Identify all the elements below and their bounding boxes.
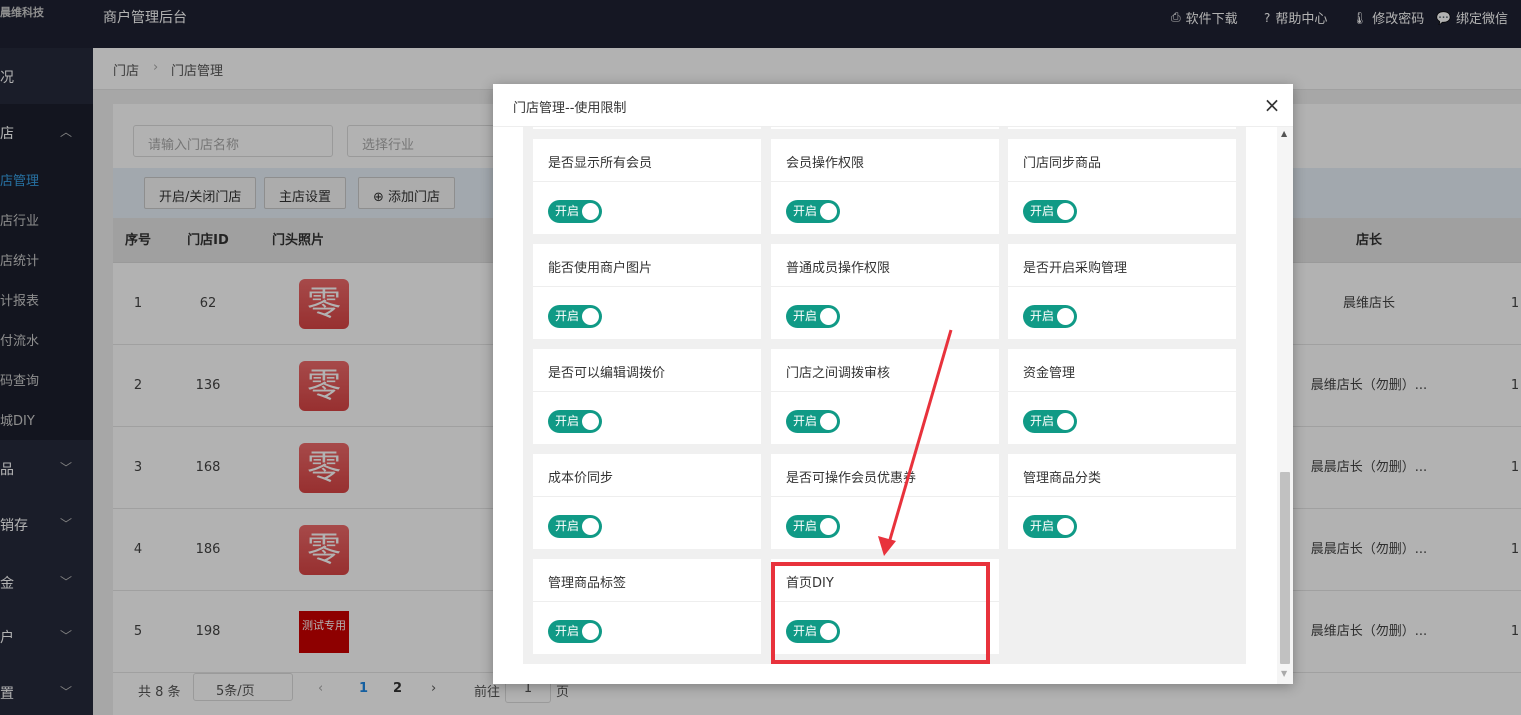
permission-toggle[interactable]: 开启: [786, 410, 840, 433]
permission-card: 会员操作权限 开启: [771, 139, 999, 234]
toggle-knob: [582, 623, 599, 640]
toggle-knob: [1057, 413, 1074, 430]
permission-toggle[interactable]: 开启: [1023, 515, 1077, 538]
permission-label: 是否可以编辑调拨价: [548, 366, 666, 381]
permission-card: 是否显示所有会员开启: [533, 139, 761, 234]
permission-card: 门店同步商品 开启: [1008, 139, 1236, 234]
permission-label: 管理商品标签: [548, 576, 627, 591]
permission-label: 门店之间调拨审核: [786, 366, 891, 381]
permission-toggle[interactable]: 开启: [1023, 305, 1077, 328]
scroll-thumb[interactable]: [1280, 472, 1290, 664]
permission-card: 普通成员操作权限开启: [771, 244, 999, 339]
permission-toggle[interactable]: 开启: [1023, 200, 1077, 223]
dialog-header: 门店管理--使用限制 ×: [493, 84, 1293, 127]
toggle-knob: [1057, 203, 1074, 220]
permission-card-partial: [771, 127, 999, 129]
permission-toggle[interactable]: 开启: [786, 305, 840, 328]
permission-card: 成本价同步 开启: [533, 454, 761, 549]
permission-label: 管理商品分类: [1023, 471, 1102, 486]
permission-toggle[interactable]: 开启: [1023, 410, 1077, 433]
permission-card: 管理商品分类 开启: [1008, 454, 1236, 549]
toggle-knob: [1057, 308, 1074, 325]
permission-label: 会员操作权限: [786, 156, 865, 171]
permission-label: 门店同步商品: [1023, 156, 1102, 171]
permission-toggle[interactable]: 开启: [548, 305, 602, 328]
permission-label: 是否开启采购管理: [1023, 261, 1128, 276]
permission-label: 能否使用商户图片: [548, 261, 653, 276]
permission-label: 成本价同步: [548, 471, 614, 486]
toggle-knob: [582, 518, 599, 535]
permission-toggle[interactable]: 开启: [548, 200, 602, 223]
permission-label: 是否显示所有会员: [548, 156, 653, 171]
permission-card: 门店之间调拨审核开启: [771, 349, 999, 444]
permission-toggle[interactable]: 开启: [548, 515, 602, 538]
permission-toggle[interactable]: 开启: [786, 200, 840, 223]
permission-label: 是否可操作会员优惠券: [786, 471, 917, 486]
toggle-knob: [582, 308, 599, 325]
toggle-knob: [820, 518, 837, 535]
permission-card: 能否使用商户图片开启: [533, 244, 761, 339]
permission-card: 是否可操作会员优惠券开启: [771, 454, 999, 549]
toggle-knob: [582, 413, 599, 430]
toggle-knob: [582, 203, 599, 220]
toggle-knob: [820, 413, 837, 430]
highlight-box: [771, 562, 990, 664]
scroll-up-icon[interactable]: ▲: [1281, 129, 1287, 138]
permission-card: 是否开启采购管理开启: [1008, 244, 1236, 339]
permission-card: 是否可以编辑调拨价开启: [533, 349, 761, 444]
permission-toggle[interactable]: 开启: [548, 620, 602, 643]
close-icon[interactable]: ×: [1262, 93, 1282, 117]
permission-label: 普通成员操作权限: [786, 261, 891, 276]
permission-toggle[interactable]: 开启: [786, 515, 840, 538]
dialog-scrollbar[interactable]: ▲ ▼: [1277, 127, 1293, 684]
permission-label: 资金管理: [1023, 366, 1076, 381]
toggle-knob: [1057, 518, 1074, 535]
permission-card: 资金管理 开启: [1008, 349, 1236, 444]
toggle-knob: [820, 308, 837, 325]
toggle-knob: [820, 203, 837, 220]
permission-toggle[interactable]: 开启: [548, 410, 602, 433]
scroll-down-icon[interactable]: ▼: [1281, 669, 1287, 678]
permission-card-partial: [1008, 127, 1236, 129]
dialog-title: 门店管理--使用限制: [513, 101, 627, 116]
permission-card: 管理商品标签 开启: [533, 559, 761, 654]
permission-card-partial: [533, 127, 761, 129]
